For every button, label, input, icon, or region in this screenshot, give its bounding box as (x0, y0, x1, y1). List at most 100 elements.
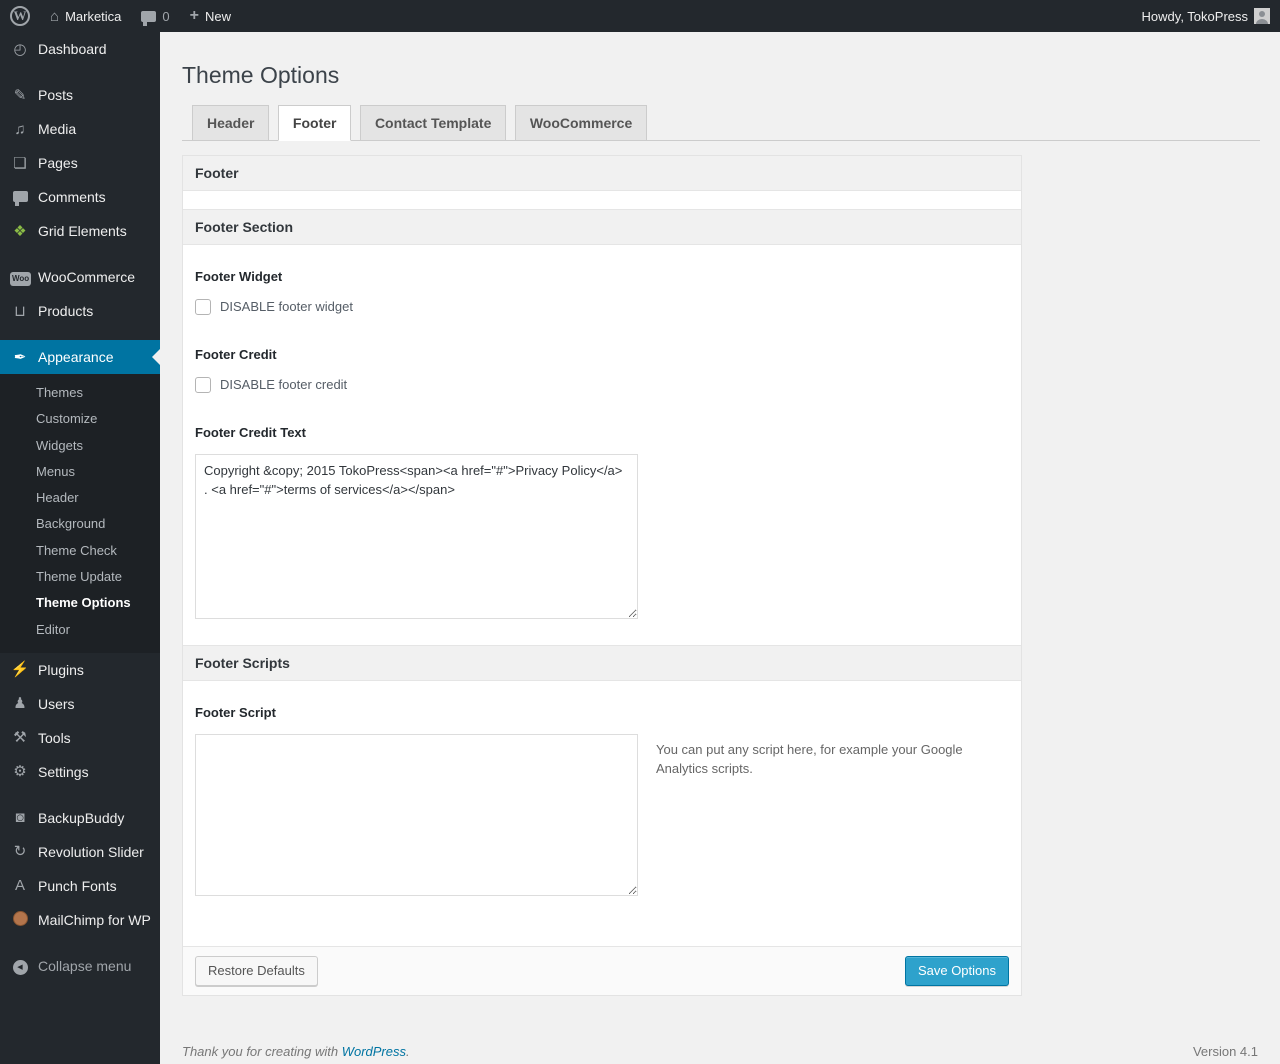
sidebar-item-label: Appearance (38, 349, 114, 365)
sidebar-item-label: Plugins (38, 661, 84, 678)
comment-bubble-icon (141, 10, 157, 26)
sidebar-item-appearance[interactable]: ✒ Appearance (0, 340, 160, 374)
tab-woocommerce[interactable]: WooCommerce (514, 104, 648, 141)
footer-credit-label: Footer Credit (195, 346, 277, 362)
sidebar-item-label: Grid Elements (38, 223, 127, 239)
menu-separator (0, 66, 160, 78)
home-icon: ⌂ (50, 7, 60, 25)
sidebar-item-revolution-slider[interactable]: ↻ Revolution Slider (0, 835, 160, 869)
submenu-item-theme-update[interactable]: Theme Update (0, 564, 160, 590)
menu-separator (0, 789, 160, 801)
collapse-arrow-icon: ◀ (10, 957, 30, 975)
users-icon: ♟ (13, 695, 27, 713)
sidebar-item-media[interactable]: ♫ Media (0, 112, 160, 146)
footer-credit-text-label: Footer Credit Text (195, 424, 306, 440)
section-header-footer: Footer (183, 155, 1021, 191)
sidebar-item-label: BackupBuddy (38, 809, 125, 826)
submenu-item-menus[interactable]: Menus (0, 459, 160, 485)
tab-header[interactable]: Header (192, 104, 270, 141)
tools-wrench-icon: ⚒ (13, 729, 27, 747)
wp-logo-menu[interactable]: W (0, 0, 40, 32)
submenu-item-editor[interactable]: Editor (0, 617, 160, 643)
footer-widget-label: Footer Widget (195, 268, 283, 284)
my-account-menu[interactable]: Howdy, TokoPress (1132, 0, 1280, 32)
comment-count: 0 (162, 8, 170, 24)
admin-menu: ◴ Dashboard ✎ Posts ♫ Media ❏ Pages Comm… (0, 32, 160, 1064)
save-options-button[interactable]: Save Options (904, 955, 1009, 987)
submenu-item-customize[interactable]: Customize (0, 406, 160, 432)
tab-contact-template[interactable]: Contact Template (359, 104, 507, 141)
backupbuddy-icon: ◙ (15, 809, 25, 827)
footer-scripts-body: Footer Script You can put any script her… (183, 681, 1021, 946)
sidebar-item-label: Posts (38, 87, 74, 103)
sidebar-item-pages[interactable]: ❏ Pages (0, 146, 160, 180)
wordpress-link[interactable]: WordPress (342, 1044, 406, 1059)
sidebar-item-label: Pages (38, 155, 78, 171)
sidebar-item-label: Revolution Slider (38, 843, 144, 860)
submenu-item-background[interactable]: Background (0, 511, 160, 537)
site-name-link[interactable]: ⌂ Marketica (40, 0, 131, 32)
sidebar-item-dashboard[interactable]: ◴ Dashboard (0, 32, 160, 66)
plus-icon: + (189, 7, 199, 24)
footer-widget-checkbox-row: DISABLE footer widget (195, 298, 1009, 315)
footer-widget-checkbox-label[interactable]: DISABLE footer widget (220, 299, 353, 314)
collapse-menu-button[interactable]: ◀ Collapse menu (0, 949, 160, 983)
submenu-item-themes[interactable]: Themes (0, 380, 160, 406)
sidebar-item-settings[interactable]: ⚙ Settings (0, 755, 160, 789)
sidebar-item-tools[interactable]: ⚒ Tools (0, 721, 160, 755)
sidebar-item-backupbuddy[interactable]: ◙ BackupBuddy (0, 801, 160, 835)
sidebar-item-posts[interactable]: ✎ Posts (0, 78, 160, 112)
footer-credit-checkbox-row: DISABLE footer credit (195, 376, 1009, 393)
new-label: New (205, 8, 232, 24)
comments-admin-bar-link[interactable]: 0 (131, 0, 179, 32)
sidebar-item-users[interactable]: ♟ Users (0, 687, 160, 721)
sidebar-item-products[interactable]: ⊔ Products (0, 294, 160, 328)
menu-separator (0, 248, 160, 260)
sidebar-item-punch-fonts[interactable]: A Punch Fonts (0, 869, 160, 903)
footer-thanks-text: Thank you for creating with WordPress. (182, 1044, 410, 1059)
footer-credit-checkbox[interactable] (195, 376, 211, 393)
submenu-item-widgets[interactable]: Widgets (0, 433, 160, 459)
submenu-item-theme-check[interactable]: Theme Check (0, 538, 160, 564)
collapse-menu-label: Collapse menu (38, 957, 132, 974)
footer-credit-text-input[interactable]: Copyright &copy; 2015 TokoPress<span><a … (195, 453, 638, 619)
sidebar-item-comments[interactable]: Comments (0, 180, 160, 214)
footer-credit-checkbox-label[interactable]: DISABLE footer credit (220, 377, 347, 392)
admin-bar: W ⌂ Marketica 0 + New Howdy, TokoPress (0, 0, 1280, 32)
mailchimp-icon (10, 910, 30, 929)
wordpress-logo-icon: W (10, 6, 30, 26)
sidebar-item-woocommerce[interactable]: Woo WooCommerce (0, 260, 160, 294)
new-content-menu[interactable]: + New (180, 0, 241, 32)
dashboard-icon: ◴ (13, 40, 27, 58)
settings-sliders-icon: ⚙ (13, 763, 27, 781)
submenu-item-theme-options[interactable]: Theme Options (0, 590, 160, 616)
submenu-item-header[interactable]: Header (0, 485, 160, 511)
section-header-footer-scripts: Footer Scripts (183, 644, 1021, 681)
sidebar-item-label: Settings (38, 763, 89, 780)
tab-footer[interactable]: Footer (277, 104, 352, 141)
tab-bar: Header Footer Contact Template WooCommer… (182, 104, 1260, 141)
appearance-brush-icon: ✒ (13, 348, 27, 366)
footer-script-row: You can put any script here, for example… (195, 720, 1009, 896)
sidebar-item-label: Dashboard (38, 41, 107, 57)
menu-separator (0, 937, 160, 949)
footer-section-body: Footer Widget DISABLE footer widget Foot… (183, 245, 1021, 645)
footer-widget-checkbox[interactable] (195, 298, 211, 315)
restore-defaults-button[interactable]: Restore Defaults (195, 955, 318, 987)
sidebar-item-plugins[interactable]: ⚡ Plugins (0, 653, 160, 687)
footer-script-label: Footer Script (195, 704, 276, 720)
sidebar-item-grid-elements[interactable]: ❖ Grid Elements (0, 214, 160, 248)
sidebar-item-label: Users (38, 695, 75, 712)
sidebar-item-label: Tools (38, 729, 71, 746)
sidebar-item-label: WooCommerce (38, 269, 135, 285)
plugin-icon: ⚡ (10, 661, 30, 679)
main-content: Theme Options Header Footer Contact Temp… (160, 32, 1280, 1064)
footer-script-input[interactable] (195, 733, 638, 896)
media-icon: ♫ (14, 120, 26, 138)
sidebar-item-label: Products (38, 303, 94, 319)
version-text: Version 4.1 (1192, 1044, 1258, 1060)
sidebar-item-mailchimp[interactable]: MailChimp for WP (0, 903, 160, 937)
panel-spacer (183, 190, 1021, 209)
sidebar-item-label: MailChimp for WP (38, 911, 151, 928)
theme-options-panel: Footer Footer Section Footer Widget DISA… (182, 154, 1022, 997)
